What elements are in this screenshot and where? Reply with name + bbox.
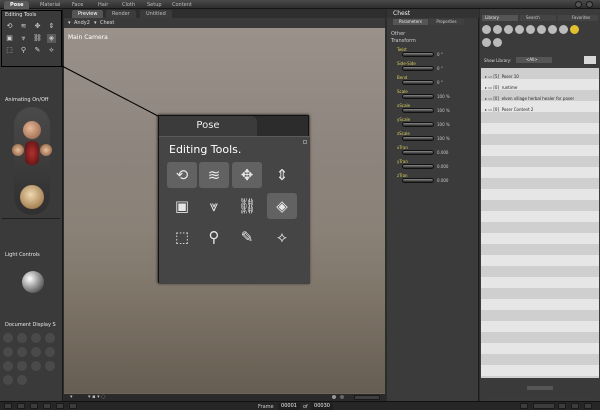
hair-category-icon[interactable] <box>515 25 524 34</box>
first-frame-button[interactable] <box>4 403 12 409</box>
row-count: [0] <box>493 107 500 112</box>
library-row[interactable]: ▸ ▭ [0] Poser Content 2 <box>481 104 599 115</box>
param-value[interactable]: 0 ° <box>437 66 443 71</box>
tab-library[interactable]: Library <box>482 15 518 21</box>
panel-option-icon[interactable] <box>303 140 307 144</box>
param-value[interactable]: 0.000 <box>437 164 448 169</box>
editing-tools-heading: Editing Tools. <box>169 143 242 156</box>
group-transform[interactable]: Transform <box>391 38 416 44</box>
loop-button[interactable] <box>520 403 528 409</box>
frame-label: Frame <box>258 404 274 410</box>
direct-manipulation-icon[interactable]: ⟡ <box>267 224 297 250</box>
show-library-select[interactable]: <All> <box>516 57 552 63</box>
tab-favorites[interactable]: Favorites <box>558 15 598 21</box>
param-dial[interactable] <box>402 80 434 85</box>
param-dial[interactable] <box>402 178 434 183</box>
tab-search[interactable]: Search <box>520 15 556 21</box>
morphing-tool-icon[interactable]: ✎ <box>232 224 262 250</box>
library-footer <box>481 380 599 398</box>
parameter-list: Twist 0 ° Side-Side 0 ° Bend 0 ° Scale 1… <box>397 47 457 197</box>
param-value[interactable]: 100 % <box>437 94 450 99</box>
library-row[interactable]: ▸ ▭ [0] elven village herbal healer for … <box>481 93 599 104</box>
row-count: [5] <box>493 74 500 79</box>
param-dial[interactable] <box>402 122 434 127</box>
param-dial[interactable] <box>402 66 434 71</box>
param-value[interactable]: 100 % <box>437 108 450 113</box>
of-label: of <box>303 404 308 410</box>
stop-button[interactable] <box>30 403 38 409</box>
lights-category-icon[interactable] <box>548 25 557 34</box>
grouping-icon[interactable]: ⬚ <box>167 224 197 250</box>
add-key-button[interactable] <box>571 403 579 409</box>
category-icons <box>482 25 598 53</box>
current-frame-field[interactable]: 00001 <box>278 403 300 410</box>
library-row[interactable]: ▸ ▭ [5] Poser 10 <box>481 71 599 82</box>
library-scrollbar[interactable] <box>527 386 553 390</box>
group-other[interactable]: Other <box>391 31 405 37</box>
tab-parameters[interactable]: Parameters <box>393 19 428 25</box>
selected-part-title: Chest <box>387 9 479 18</box>
twist-icon[interactable]: ≋ <box>199 162 229 188</box>
param-value[interactable]: 0.000 <box>437 150 448 155</box>
show-library-label: Show Library: <box>484 58 512 63</box>
scale-icon[interactable]: ▣ <box>167 193 197 219</box>
param-dial[interactable] <box>402 108 434 113</box>
add-library-button[interactable] <box>584 56 596 64</box>
row-count: [0] <box>493 85 500 90</box>
total-frames-field[interactable]: 00030 <box>311 403 333 410</box>
color-icon[interactable]: ◈ <box>267 193 297 219</box>
poses-category-icon[interactable] <box>493 25 502 34</box>
param-value[interactable]: 0 ° <box>437 80 443 85</box>
scenes-category-icon[interactable] <box>482 38 491 47</box>
cameras-category-icon[interactable] <box>559 25 568 34</box>
param-value[interactable]: 100 % <box>437 122 450 127</box>
param-dial[interactable] <box>402 94 434 99</box>
next-frame-button[interactable] <box>56 403 64 409</box>
play-button[interactable] <box>43 403 51 409</box>
chain-break-icon[interactable]: ⛓ <box>232 193 262 219</box>
editing-tools-zoom-body: Editing Tools. ⟲ ≋ ✥ ⇕ ▣ ⩔ ⛓ ◈ ⬚ ⚲ ✎ ⟡ <box>159 136 310 284</box>
param-dial[interactable] <box>402 52 434 57</box>
param-value[interactable]: 0.000 <box>437 178 448 183</box>
remove-key-button[interactable] <box>584 403 592 409</box>
row-name: Poser 10 <box>501 74 519 79</box>
editing-tools-zoom: Pose Editing Tools. ⟲ ≋ ✥ ⇕ ▣ ⩔ ⛓ ◈ ⬚ ⚲ … <box>158 115 310 284</box>
props-category-icon[interactable] <box>537 25 546 34</box>
param-dial[interactable] <box>402 136 434 141</box>
row-name: Poser Content 2 <box>501 107 534 112</box>
figures-category-icon[interactable] <box>482 25 491 34</box>
materials-category-icon[interactable] <box>570 25 579 34</box>
options-button[interactable] <box>558 403 566 409</box>
tab-properties[interactable]: Properties <box>429 19 464 25</box>
row-name: elven village herbal healer for poser <box>501 96 575 101</box>
translate-in-out-icon[interactable]: ⇕ <box>267 162 297 188</box>
animation-controls: Frame 00001 of 00030 <box>0 401 600 410</box>
parameters-panel: Chest Parameters Properties Other Transf… <box>387 9 479 401</box>
scripts-category-icon[interactable] <box>493 38 502 47</box>
taper-icon[interactable]: ⩔ <box>199 193 229 219</box>
row-name: runtime <box>501 85 518 90</box>
row-count: [0] <box>493 96 500 101</box>
view-magnifier-icon[interactable]: ⚲ <box>199 224 229 250</box>
rotate-icon[interactable]: ⟲ <box>167 162 197 188</box>
expressions-category-icon[interactable] <box>504 25 513 34</box>
pose-tab: Pose <box>159 116 257 136</box>
last-frame-button[interactable] <box>69 403 77 409</box>
param-value[interactable]: 0 ° <box>437 52 443 57</box>
keyframe-button[interactable] <box>533 403 555 409</box>
param-value[interactable]: 100 % <box>437 136 450 141</box>
library-list: ▸ ▭ [5] Poser 10 ▸ ▭ [0] runtime ▸ ▭ [0]… <box>481 68 599 378</box>
hands-category-icon[interactable] <box>526 25 535 34</box>
param-dial[interactable] <box>402 150 434 155</box>
translate-icon[interactable]: ✥ <box>232 162 262 188</box>
param-dial[interactable] <box>402 164 434 169</box>
prev-frame-button[interactable] <box>17 403 25 409</box>
library-row[interactable]: ▸ ▭ [0] runtime <box>481 82 599 93</box>
